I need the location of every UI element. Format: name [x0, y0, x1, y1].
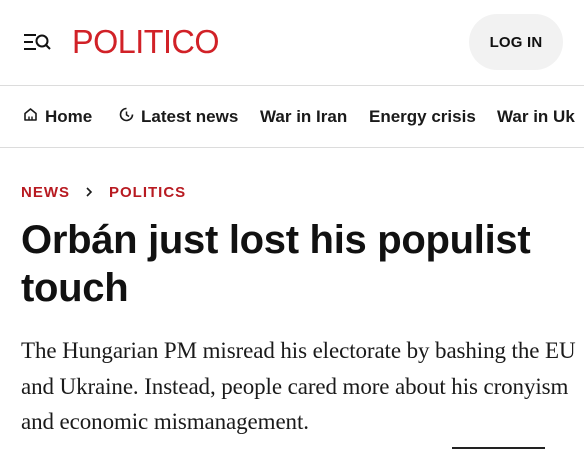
politico-logo[interactable]: POLITICO [72, 22, 220, 62]
menu-search-icon[interactable] [22, 31, 52, 53]
nav-item-latest-news[interactable]: Latest news [119, 86, 239, 147]
login-button[interactable]: LOG IN [469, 14, 563, 70]
nav-item-war-in-iran[interactable]: War in Iran [260, 86, 348, 147]
article-dek: The Hungarian PM misread his electorate … [21, 338, 576, 434]
chevron-right-icon [85, 186, 93, 198]
breadcrumb: NEWS POLITICS [21, 181, 186, 203]
nav-item-home[interactable]: Home [23, 86, 93, 147]
nav-item-label: War in Uk [497, 107, 575, 126]
breadcrumb-news[interactable]: NEWS [21, 184, 70, 201]
breadcrumb-politics[interactable]: POLITICS [109, 184, 186, 201]
divider [452, 447, 545, 449]
article-headline: Orbán just lost his populist touch [21, 218, 531, 310]
section-nav: Home Latest news War in Iran Energy cris… [0, 86, 584, 148]
nav-item-label: War in Iran [260, 107, 348, 126]
site-header: POLITICO LOG IN [0, 0, 584, 86]
home-icon [23, 107, 45, 127]
nav-item-label: Home [45, 107, 93, 126]
clock-icon [119, 107, 141, 127]
nav-item-energy-crisis[interactable]: Energy crisis [369, 86, 476, 147]
nav-item-label: Latest news [141, 107, 239, 126]
nav-item-label: Energy crisis [369, 107, 476, 126]
nav-item-war-in-ukraine[interactable]: War in Uk [497, 86, 575, 147]
